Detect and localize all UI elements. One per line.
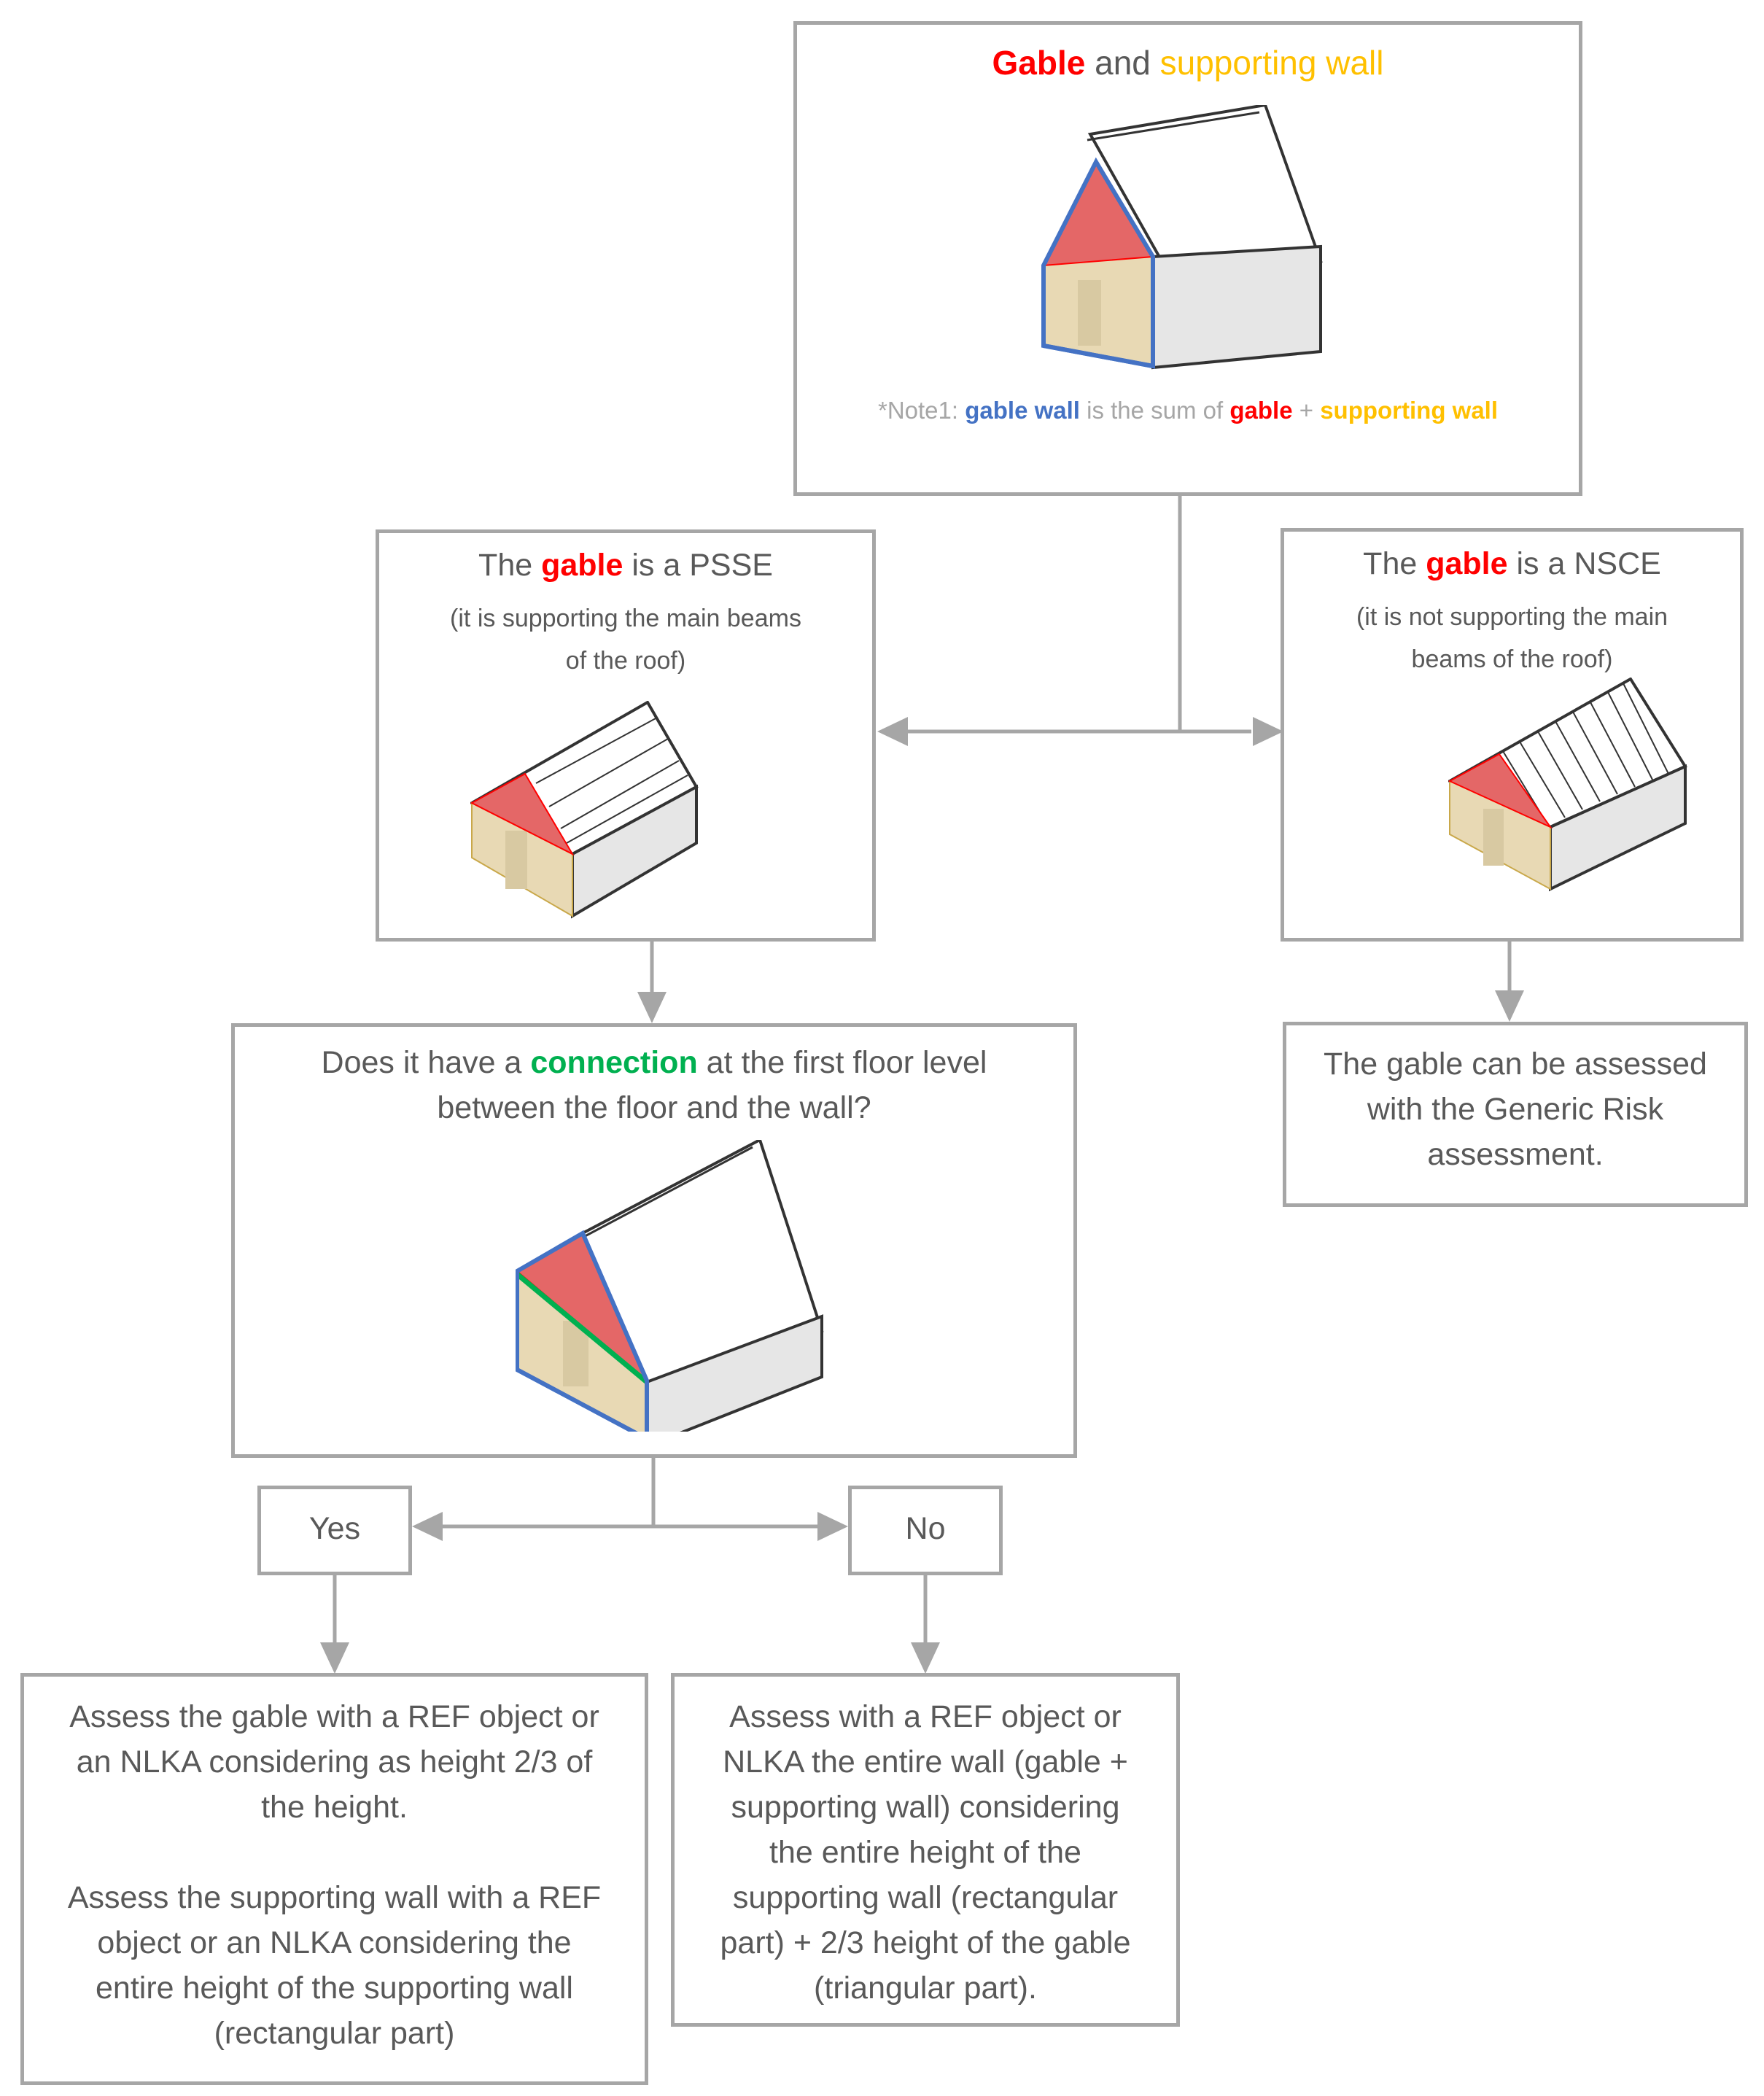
yes-result-line: Assess the gable with a REF object or	[69, 1699, 599, 1734]
no-result-text: Assess with a REF object or NLKA the ent…	[675, 1694, 1176, 2011]
connection-question-line2: between the floor and the wall?	[437, 1090, 871, 1125]
no-label: No	[905, 1511, 946, 1546]
no-result-box: Assess with a REF object or NLKA the ent…	[671, 1673, 1180, 2027]
title-supporting-wall: supporting wall	[1159, 44, 1384, 82]
nsce-subtitle: (it is not supporting the main beams of …	[1284, 596, 1740, 680]
yes-label: Yes	[308, 1511, 361, 1546]
nsce-subtitle-line1: (it is not supporting the main	[1356, 603, 1668, 631]
connection-question-line1: Does it have a connection at the first f…	[235, 1040, 1073, 1085]
no-result-line: NLKA the entire wall (gable +	[723, 1744, 1128, 1779]
question-suffix: at the first floor level	[697, 1045, 987, 1080]
definition-box: Gable and supporting wall *Note1: gable …	[793, 21, 1582, 496]
house-gable-wall-illustration	[1041, 105, 1323, 370]
psse-title-rest: is a PSSE	[623, 548, 773, 583]
house-longitudinal-beams-illustration	[470, 701, 699, 919]
arrowhead-no-result	[911, 1642, 940, 1674]
arrowhead-yes-result	[320, 1642, 349, 1674]
definition-title: Gable and supporting wall	[797, 43, 1579, 82]
yes-result-line: an NLKA considering as height 2/3 of	[76, 1744, 593, 1779]
psse-subtitle-line1: (it is supporting the main beams	[450, 605, 801, 632]
note-gable: gable	[1229, 397, 1293, 424]
generic-line1: The gable can be assessed	[1324, 1047, 1707, 1082]
note-supporting-wall: supporting wall	[1320, 397, 1499, 424]
generic-line3: assessment.	[1427, 1137, 1604, 1172]
yes-result-line: object or an NLKA considering the	[97, 1925, 572, 1960]
nsce-subtitle-line2: beams of the roof)	[1411, 645, 1613, 673]
house-transverse-rafters-illustration	[1448, 678, 1687, 892]
psse-title-the: The	[478, 548, 542, 583]
arrowhead-generic	[1495, 990, 1524, 1022]
door	[1078, 280, 1101, 346]
nsce-title-rest: is a NSCE	[1507, 546, 1661, 581]
door	[1483, 809, 1504, 866]
arrowhead-no	[817, 1512, 848, 1541]
yes-result-spacer	[24, 1830, 645, 1875]
no-result-line: supporting wall) considering	[731, 1790, 1120, 1825]
connection-question-box: Does it have a connection at the first f…	[231, 1023, 1077, 1458]
no-result-line: Assess with a REF object or	[729, 1699, 1122, 1734]
yes-result-box: Assess the gable with a REF object or an…	[20, 1673, 648, 2085]
generic-risk-text: The gable can be assessed with the Gener…	[1286, 1041, 1744, 1177]
generic-risk-box: The gable can be assessed with the Gener…	[1283, 1022, 1748, 1207]
note-prefix: *Note1:	[877, 397, 965, 424]
question-connection: connection	[530, 1045, 698, 1080]
nsce-title-the: The	[1363, 546, 1426, 581]
note-plus: +	[1292, 397, 1321, 424]
yes-result-line: the height.	[261, 1790, 408, 1825]
title-and: and	[1085, 44, 1160, 82]
arrowhead-nsce	[1253, 717, 1283, 746]
definition-note: *Note1: gable wall is the sum of gable +…	[797, 397, 1579, 424]
yes-branch-box: Yes	[257, 1486, 412, 1575]
nsce-box: The gable is a NSCE (it is not supportin…	[1281, 528, 1744, 942]
yes-result-line: (rectangular part)	[214, 2016, 455, 2051]
generic-line2: with the Generic Risk	[1367, 1092, 1664, 1127]
door	[505, 831, 527, 889]
psse-title-gable: gable	[541, 548, 623, 583]
arrowhead-yes	[412, 1512, 443, 1541]
yes-result-text: Assess the gable with a REF object or an…	[24, 1694, 645, 2056]
arrowhead-connection	[637, 992, 667, 1023]
no-result-line: (triangular part).	[814, 1971, 1037, 2006]
yes-result-line: Assess the supporting wall with a REF	[67, 1880, 602, 1915]
psse-subtitle-line2: of the roof)	[565, 647, 686, 675]
psse-box: The gable is a PSSE (it is supporting th…	[376, 529, 876, 942]
title-gable: Gable	[992, 44, 1086, 82]
nsce-title: The gable is a NSCE	[1284, 546, 1740, 582]
arrowhead-psse	[877, 717, 908, 746]
house-floor-connection-illustration	[516, 1140, 824, 1432]
side-wall	[1151, 244, 1322, 370]
no-result-line: supporting wall (rectangular	[732, 1880, 1119, 1915]
no-result-line: the entire height of the	[769, 1835, 1081, 1870]
nsce-title-gable: gable	[1426, 546, 1508, 581]
no-result-line: part) + 2/3 height of the gable	[720, 1925, 1131, 1960]
note-gable-wall: gable wall	[965, 397, 1080, 424]
connection-question: Does it have a connection at the first f…	[235, 1040, 1073, 1130]
yes-result-line: entire height of the supporting wall	[96, 1971, 573, 2006]
psse-title: The gable is a PSSE	[379, 548, 872, 583]
note-mid: is the sum of	[1079, 397, 1230, 424]
psse-subtitle: (it is supporting the main beams of the …	[379, 597, 872, 682]
question-prefix: Does it have a	[321, 1045, 531, 1080]
no-branch-box: No	[848, 1486, 1003, 1575]
